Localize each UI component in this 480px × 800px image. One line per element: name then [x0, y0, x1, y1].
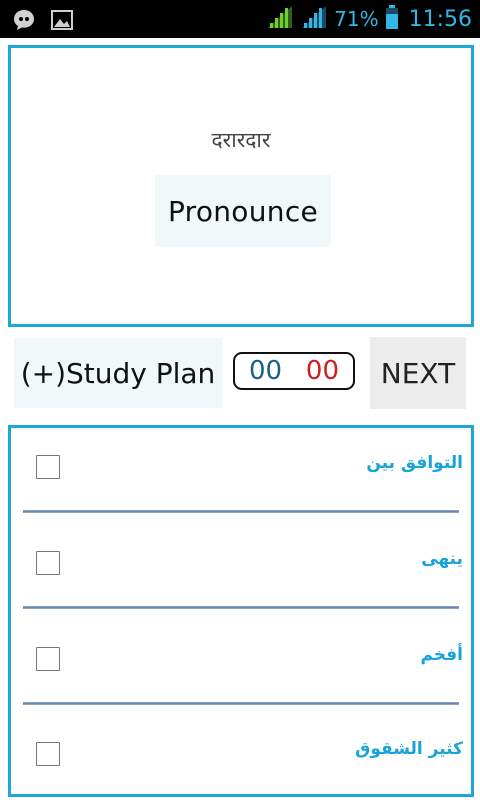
timer: 00 00	[233, 352, 355, 390]
notification-icons	[12, 8, 74, 36]
option-item[interactable]: ينهى	[11, 524, 471, 614]
option-item[interactable]: التوافق بين	[11, 428, 471, 518]
battery-percent: 71%	[334, 7, 379, 31]
option-label[interactable]: التوافق بين	[366, 453, 463, 473]
system-indicators: 71% 11:56	[266, 0, 472, 38]
chat-notification-icon	[12, 8, 36, 36]
option-label[interactable]: كثير الشقوق	[355, 739, 463, 759]
option-divider	[23, 510, 459, 513]
timer-minutes: 00	[249, 356, 283, 386]
wifi-icon	[266, 4, 294, 34]
option-checkbox[interactable]	[36, 455, 60, 479]
pronounce-button[interactable]: Pronounce	[155, 175, 331, 247]
option-item[interactable]: أفخم	[11, 620, 471, 710]
option-label[interactable]: أفخم	[420, 645, 463, 665]
next-button[interactable]: NEXT	[370, 337, 466, 409]
timer-seconds: 00	[305, 356, 339, 386]
option-item[interactable]: كثير الشقوق	[11, 716, 471, 794]
status-bar: 71% 11:56	[0, 0, 480, 38]
clock: 11:56	[408, 6, 472, 32]
option-label[interactable]: ينهى	[421, 549, 463, 569]
option-divider	[23, 702, 459, 705]
option-divider	[23, 606, 459, 609]
word-card: दरारदार Pronounce	[8, 45, 474, 327]
battery-icon	[385, 4, 399, 34]
signal-icon	[300, 4, 328, 34]
option-checkbox[interactable]	[36, 551, 60, 575]
study-plan-button[interactable]: (+)Study Plan	[14, 338, 222, 408]
option-checkbox[interactable]	[36, 647, 60, 671]
image-notification-icon	[50, 9, 74, 35]
answer-options: التوافق بين ينهى أفخم كثير الشقوق	[8, 425, 474, 797]
option-checkbox[interactable]	[36, 742, 60, 766]
word-text: दरारदार	[211, 128, 271, 152]
